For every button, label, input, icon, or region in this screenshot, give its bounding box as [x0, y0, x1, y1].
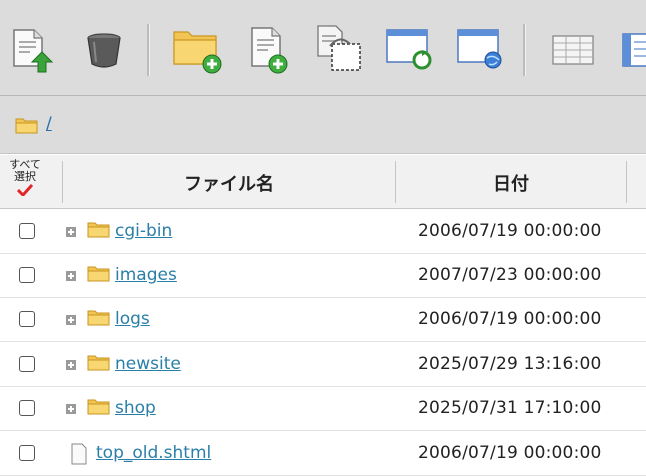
- file-name-link[interactable]: top_old.shtml: [96, 443, 211, 463]
- detail-view-icon: [622, 33, 646, 67]
- expand-icon[interactable]: [66, 315, 76, 325]
- toolbar-separator: [523, 24, 526, 76]
- trash-icon: [87, 33, 121, 68]
- row-checkbox[interactable]: [19, 267, 35, 283]
- column-header-date[interactable]: 日付: [396, 170, 626, 196]
- refresh-button[interactable]: [384, 22, 434, 76]
- table-row: top_old.shtml 2006/07/19 00:00:00: [0, 432, 646, 476]
- row-checkbox[interactable]: [19, 356, 35, 372]
- copy-paste-icon: [317, 25, 361, 71]
- row-checkbox[interactable]: [19, 400, 35, 416]
- file-name-link[interactable]: shop: [115, 398, 156, 418]
- checkmark-icon: [17, 184, 33, 196]
- file-date: 2006/07/19 00:00:00: [418, 443, 602, 463]
- table-row: images 2007/07/23 00:00:00: [0, 254, 646, 298]
- toolbar: [0, 0, 646, 96]
- file-date: 2007/07/23 00:00:00: [418, 265, 602, 285]
- row-checkbox[interactable]: [19, 223, 35, 239]
- expand-icon[interactable]: [66, 227, 76, 237]
- row-checkbox[interactable]: [19, 311, 35, 327]
- delete-button[interactable]: [79, 22, 129, 76]
- detail-view-button[interactable]: [620, 22, 646, 76]
- upload-button[interactable]: [8, 22, 58, 76]
- row-checkbox[interactable]: [19, 445, 35, 461]
- list-view-icon: [552, 35, 594, 65]
- browser-window-icon: [457, 29, 502, 69]
- folder-icon: [87, 266, 110, 282]
- expand-icon[interactable]: [66, 404, 76, 414]
- expand-icon[interactable]: [66, 271, 76, 281]
- table-row: newsite 2025/07/29 13:16:00: [0, 343, 646, 387]
- folder-icon: [87, 399, 110, 415]
- browser-preview-button[interactable]: [455, 22, 505, 76]
- select-all-button[interactable]: すべて 選択: [4, 159, 46, 196]
- file-date: 2025/07/29 13:16:00: [418, 354, 602, 374]
- table-row: cgi-bin 2006/07/19 00:00:00: [0, 210, 646, 254]
- table-row: shop 2025/07/31 17:10:00: [0, 387, 646, 431]
- list-view-button[interactable]: [550, 22, 600, 76]
- copy-button[interactable]: [314, 22, 364, 76]
- path-root-link[interactable]: /: [46, 114, 52, 134]
- refresh-window-icon: [386, 29, 432, 70]
- file-date: 2025/07/31 17:10:00: [418, 398, 602, 418]
- file-name-link[interactable]: cgi-bin: [115, 221, 172, 241]
- path-bar: /: [0, 96, 646, 154]
- expand-icon[interactable]: [66, 360, 76, 370]
- new-folder-button[interactable]: [172, 22, 222, 76]
- column-separator: [62, 161, 63, 203]
- folder-icon: [87, 222, 110, 238]
- folder-icon: [87, 310, 110, 326]
- upload-icon: [13, 29, 54, 73]
- file-icon: [71, 443, 87, 465]
- folder-icon: [15, 118, 38, 134]
- toolbar-separator: [147, 24, 150, 76]
- file-name-link[interactable]: images: [115, 265, 177, 285]
- column-header-filename[interactable]: ファイル名: [64, 170, 394, 196]
- table-header: すべて 選択 ファイル名 日付: [0, 155, 646, 209]
- file-name-link[interactable]: logs: [115, 309, 150, 329]
- select-all-label: 選択: [14, 170, 36, 183]
- new-folder-icon: [173, 31, 222, 74]
- new-file-icon: [251, 27, 288, 74]
- new-file-button[interactable]: [244, 22, 294, 76]
- folder-icon: [87, 355, 110, 371]
- file-date: 2006/07/19 00:00:00: [418, 221, 602, 241]
- column-separator: [626, 161, 627, 203]
- file-name-link[interactable]: newsite: [115, 354, 181, 374]
- file-date: 2006/07/19 00:00:00: [418, 309, 602, 329]
- table-row: logs 2006/07/19 00:00:00: [0, 298, 646, 342]
